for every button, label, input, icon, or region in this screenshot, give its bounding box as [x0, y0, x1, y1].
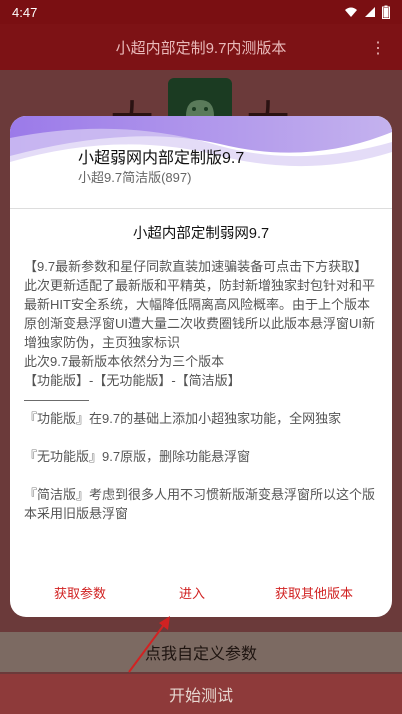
dialog-title: 小超弱网内部定制版9.7	[78, 150, 245, 167]
dialog-actions: 获取参数 进入 获取其他版本	[10, 583, 392, 603]
body-line: 『功能版』在9.7的基础上添加小超独家功能，全网独家	[24, 411, 342, 426]
body-line: 【9.7最新参数和星仔同款直装加速骗装备可点击下方获取】	[24, 259, 368, 274]
content-body: 【9.7最新参数和星仔同款直装加速骗装备可点击下方获取】 此次更新适配了最新版和…	[24, 257, 380, 523]
dialog-header: 小超弱网内部定制版9.7 小超9.7简洁版(897)	[10, 116, 392, 190]
arrow-annotation-icon	[128, 616, 170, 673]
get-other-versions-button[interactable]: 获取其他版本	[275, 583, 353, 602]
signal-icon	[365, 7, 375, 17]
overflow-menu-icon[interactable]: ⋮	[370, 38, 386, 58]
body-line: —————	[24, 392, 89, 407]
app-bar: 小超内部定制9.7内测版本 ⋮	[0, 24, 402, 70]
body-line: 『简洁版』考虑到很多人用不习惯新版渐变悬浮窗所以这个版本采用旧版悬浮窗	[24, 487, 376, 521]
body-line: 『无功能版』9.7原版，删除功能悬浮窗	[24, 449, 251, 464]
dialog: 小超弱网内部定制版9.7 小超9.7简洁版(897) 小超内部定制弱网9.7 【…	[10, 116, 392, 617]
app-title: 小超内部定制9.7内测版本	[115, 39, 287, 57]
dialog-subtitle: 小超9.7简洁版(897)	[78, 170, 192, 185]
status-bar: 4:47	[0, 0, 402, 24]
start-test-button[interactable]: 开始测试	[0, 674, 402, 714]
body-spacer	[24, 466, 380, 485]
body-spacer	[24, 428, 380, 447]
battery-icon	[382, 5, 390, 19]
get-params-button[interactable]: 获取参数	[54, 583, 106, 602]
body-line: 此次更新适配了最新版和平精英，防封新增独家封包针对和平最新HIT安全系统，大幅降…	[24, 278, 376, 350]
wifi-icon	[345, 7, 357, 17]
content-title: 小超内部定制弱网9.7	[132, 226, 270, 242]
status-time: 4:47	[12, 4, 38, 20]
custom-params-button[interactable]: 点我自定义参数	[0, 632, 402, 672]
body-line: 【功能版】-【无功能版】-【简洁版】	[24, 373, 241, 388]
dialog-divider	[10, 208, 392, 209]
enter-button[interactable]: 进入	[179, 583, 205, 602]
body-line: 此次9.7最新版本依然分为三个版本	[24, 354, 225, 369]
